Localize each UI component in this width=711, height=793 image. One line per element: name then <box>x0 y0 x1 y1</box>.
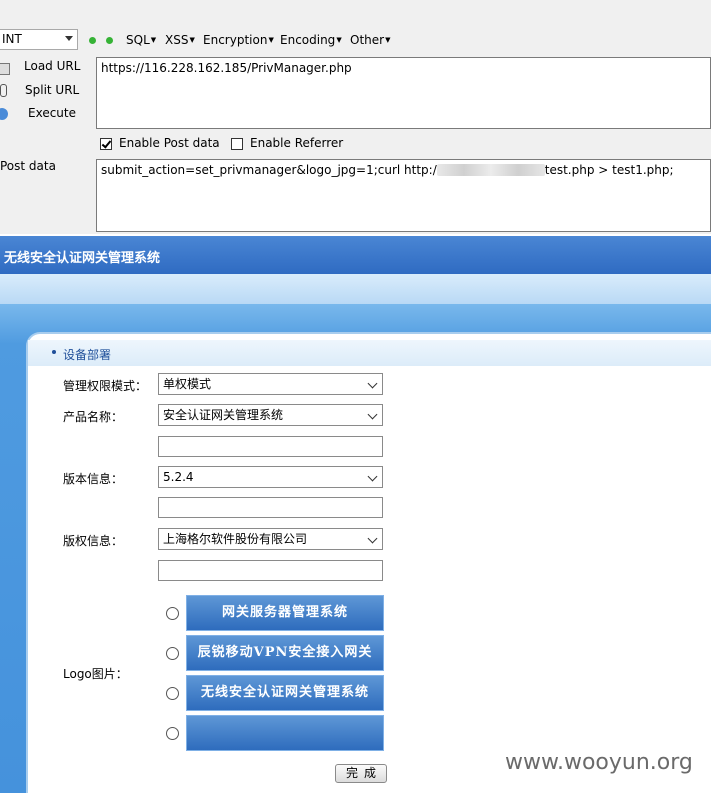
plus-icon[interactable] <box>106 37 113 44</box>
url-textarea[interactable]: https://116.228.162.185/PrivManager.php <box>96 57 711 129</box>
redacted-blur <box>436 164 545 176</box>
enable-post-label: Enable Post data <box>119 136 220 150</box>
finish-button[interactable]: 完成 <box>335 764 387 783</box>
mode-select[interactable]: 单权模式 <box>158 373 383 395</box>
execute-button[interactable]: Execute <box>28 106 76 120</box>
post-data-suffix: test.php > test1.php; <box>544 163 674 177</box>
chevron-down-icon <box>367 533 378 544</box>
chevron-down-icon <box>65 36 73 41</box>
enable-referrer-checkbox[interactable] <box>231 138 243 150</box>
menu-encryption[interactable]: Encryption▼ <box>203 33 274 47</box>
enable-post-checkbox[interactable] <box>100 138 112 150</box>
version-value: 5.2.4 <box>163 470 194 484</box>
product-select[interactable]: 安全认证网关管理系统 <box>158 404 383 426</box>
post-data-prefix: submit_action=set_privmanager&logo_jpg=1… <box>101 163 437 177</box>
copyright-input[interactable] <box>158 560 383 581</box>
enable-referrer-label: Enable Referrer <box>250 136 344 150</box>
logo-radio-3[interactable] <box>166 687 179 700</box>
menu-sql[interactable]: SQL▼ <box>126 33 156 47</box>
copyright-value: 上海格尔软件股份有限公司 <box>163 532 308 546</box>
load-url-icon <box>0 63 10 75</box>
header-band <box>0 274 711 304</box>
menu-encoding-label: Encoding <box>280 33 336 47</box>
split-url-button[interactable]: Split URL <box>25 83 79 97</box>
copyright-label: 版权信息： <box>63 534 124 548</box>
version-select[interactable]: 5.2.4 <box>158 466 383 488</box>
version-label: 版本信息： <box>63 472 124 486</box>
logo-option-1: 网关服务器管理系统 <box>186 595 384 631</box>
version-input[interactable] <box>158 497 383 518</box>
bullet-icon <box>52 350 56 354</box>
minus-icon[interactable] <box>89 37 96 44</box>
menu-other[interactable]: Other▼ <box>350 33 390 47</box>
url-value: https://116.228.162.185/PrivManager.php <box>101 61 352 75</box>
logo-radio-1[interactable] <box>166 607 179 620</box>
panel-header <box>28 340 711 366</box>
logo-label: Logo图片： <box>63 667 128 681</box>
post-data-textarea[interactable]: submit_action=set_privmanager&logo_jpg=1… <box>96 159 711 232</box>
load-url-button[interactable]: Load URL <box>24 59 80 73</box>
chevron-down-icon <box>367 471 378 482</box>
menu-other-label: Other <box>350 33 385 47</box>
copyright-select[interactable]: 上海格尔软件股份有限公司 <box>158 528 383 550</box>
mode-label: 管理权限模式： <box>63 379 148 393</box>
logo-radio-2[interactable] <box>166 647 179 660</box>
product-input[interactable] <box>158 436 383 457</box>
menu-sql-label: SQL <box>126 33 150 47</box>
menu-xss[interactable]: XSS▼ <box>165 33 195 47</box>
logo-option-4 <box>186 715 384 751</box>
watermark: www.wooyun.org <box>505 750 693 775</box>
system-title: 无线安全认证网关管理系统 <box>4 251 161 266</box>
int-select-value: INT <box>2 32 22 46</box>
chevron-down-icon <box>367 378 378 389</box>
product-value: 安全认证网关管理系统 <box>163 408 284 422</box>
menu-xss-label: XSS <box>165 33 189 47</box>
mode-value: 单权模式 <box>163 377 212 391</box>
logo-radio-4[interactable] <box>166 727 179 740</box>
post-data-label: Post data <box>0 159 56 173</box>
product-label: 产品名称： <box>63 410 124 424</box>
chevron-down-icon <box>367 409 378 420</box>
menu-encoding[interactable]: Encoding▼ <box>280 33 342 47</box>
panel-title: 设备部署 <box>63 348 112 362</box>
int-select[interactable]: INT <box>0 29 78 50</box>
logo-option-3: 无线安全认证网关管理系统 <box>186 675 384 711</box>
logo-option-2: 辰锐移动VPN安全接入网关 <box>186 635 384 671</box>
menu-encryption-label: Encryption <box>203 33 268 47</box>
split-url-icon <box>0 84 7 97</box>
